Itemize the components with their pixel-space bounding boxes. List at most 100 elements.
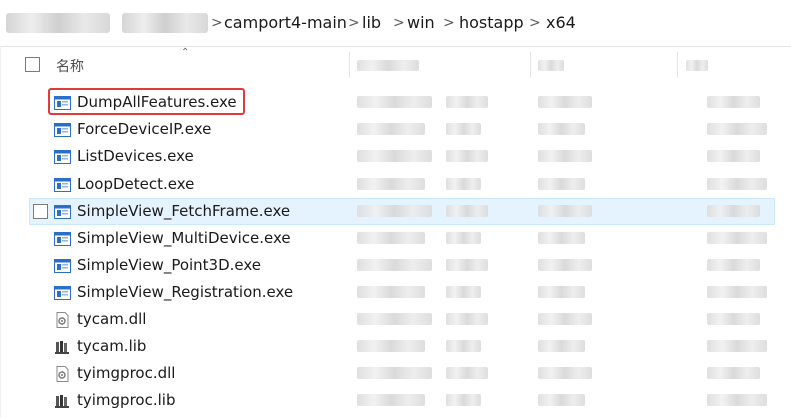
blurred-metadata-cell <box>538 394 585 406</box>
blurred-metadata-cell <box>538 205 592 217</box>
blurred-breadcrumb-segment <box>122 13 208 33</box>
file-name[interactable]: tycam.lib <box>77 337 146 356</box>
blurred-metadata-cell <box>357 313 432 325</box>
file-row[interactable]: SimpleView_Registration.exe <box>0 279 791 306</box>
blurred-metadata-cell <box>707 367 760 379</box>
blurred-metadata-cell <box>707 150 760 162</box>
exe-window-icon <box>54 149 71 164</box>
blurred-metadata-cell <box>357 286 425 298</box>
lib-archive-icon <box>54 393 71 408</box>
breadcrumb-separator-icon: > <box>529 15 541 31</box>
blurred-metadata-cell <box>446 205 488 217</box>
blurred-metadata-cell <box>446 123 481 135</box>
breadcrumb-item-lib[interactable]: lib <box>362 12 381 34</box>
exe-window-icon <box>54 285 71 300</box>
blurred-metadata-cell <box>538 340 585 352</box>
breadcrumb-separator-icon: > <box>443 15 455 31</box>
blurred-metadata-cell <box>357 367 432 379</box>
file-name[interactable]: SimpleView_MultiDevice.exe <box>77 229 291 248</box>
blurred-metadata-cell <box>446 178 481 190</box>
blurred-metadata-cell <box>707 205 760 217</box>
file-name[interactable]: SimpleView_Registration.exe <box>77 283 293 302</box>
blurred-metadata-cell <box>538 96 592 108</box>
breadcrumb-item-win[interactable]: win <box>407 12 435 34</box>
blurred-metadata-cell <box>707 394 767 406</box>
blurred-metadata-cell <box>446 367 488 379</box>
blurred-metadata-cell <box>707 232 767 244</box>
column-header-type-blurred[interactable] <box>538 60 564 71</box>
blurred-metadata-cell <box>707 340 767 352</box>
blurred-metadata-cell <box>538 150 592 162</box>
blurred-metadata-cell <box>446 313 488 325</box>
file-row[interactable]: SimpleView_Point3D.exe <box>0 252 791 279</box>
blurred-metadata-cell <box>538 313 592 325</box>
select-all-checkbox[interactable] <box>25 57 40 72</box>
file-name[interactable]: SimpleView_Point3D.exe <box>77 256 261 275</box>
blurred-metadata-cell <box>446 232 481 244</box>
highlight-box <box>48 88 245 115</box>
file-row[interactable]: tycam.lib <box>0 333 791 360</box>
blurred-metadata-cell <box>707 178 767 190</box>
file-name[interactable]: tyimgproc.dll <box>77 364 175 383</box>
blurred-metadata-cell <box>357 259 432 271</box>
column-header-size-blurred[interactable] <box>686 60 708 71</box>
sort-ascending-icon: ⌃ <box>181 47 190 58</box>
blurred-metadata-cell <box>357 394 425 406</box>
blurred-metadata-cell <box>538 259 592 271</box>
blurred-metadata-cell <box>446 340 481 352</box>
blurred-metadata-cell <box>707 286 767 298</box>
address-bar[interactable]: > camport4-main > lib > win > hostapp > … <box>0 0 791 47</box>
lib-archive-icon <box>54 339 71 354</box>
breadcrumb-item-camport4-main[interactable]: camport4-main <box>224 12 347 34</box>
blurred-metadata-cell <box>707 259 760 271</box>
exe-window-icon <box>54 177 71 192</box>
file-name[interactable]: tyimgproc.lib <box>77 391 175 410</box>
file-name[interactable]: ForceDeviceIP.exe <box>77 120 211 139</box>
file-name[interactable]: ListDevices.exe <box>77 147 194 166</box>
breadcrumb-item-x64[interactable]: x64 <box>546 12 576 34</box>
blurred-metadata-cell <box>446 286 481 298</box>
blurred-metadata-cell <box>357 96 432 108</box>
file-row[interactable]: tycam.dll <box>0 306 791 333</box>
column-divider[interactable] <box>677 52 678 78</box>
dll-gear-icon <box>54 366 71 382</box>
column-header-name[interactable]: 名称 <box>56 56 84 76</box>
blurred-metadata-cell <box>707 96 760 108</box>
file-row[interactable]: tyimgproc.lib <box>0 387 791 414</box>
file-row[interactable]: ForceDeviceIP.exe <box>0 116 791 143</box>
blurred-metadata-cell <box>357 205 432 217</box>
blurred-metadata-cell <box>538 178 585 190</box>
exe-window-icon <box>54 122 71 137</box>
blurred-metadata-cell <box>538 232 585 244</box>
column-divider[interactable] <box>530 52 531 78</box>
blurred-metadata-cell <box>357 232 425 244</box>
blurred-metadata-cell <box>538 123 585 135</box>
blurred-metadata-cell <box>357 340 425 352</box>
blurred-metadata-cell <box>446 259 488 271</box>
blurred-metadata-cell <box>357 150 432 162</box>
file-row[interactable]: LoopDetect.exe <box>0 171 791 198</box>
exe-window-icon <box>54 258 71 273</box>
file-row[interactable]: SimpleView_MultiDevice.exe <box>0 225 791 252</box>
blurred-metadata-cell <box>707 313 760 325</box>
blurred-metadata-cell <box>357 178 425 190</box>
file-name[interactable]: SimpleView_FetchFrame.exe <box>77 202 290 221</box>
blurred-metadata-cell <box>446 394 481 406</box>
blurred-metadata-cell <box>446 96 488 108</box>
breadcrumb-separator-icon: > <box>211 15 223 31</box>
row-checkbox[interactable] <box>33 204 48 219</box>
file-row[interactable]: tyimgproc.dll <box>0 360 791 387</box>
breadcrumb-separator-icon: > <box>348 15 360 31</box>
blurred-metadata-cell <box>446 150 488 162</box>
blurred-metadata-cell <box>538 286 585 298</box>
exe-window-icon <box>54 204 71 219</box>
breadcrumb-separator-icon: > <box>393 15 405 31</box>
file-row[interactable]: SimpleView_FetchFrame.exe <box>0 198 791 225</box>
file-name[interactable]: LoopDetect.exe <box>77 175 194 194</box>
column-divider[interactable] <box>349 52 350 78</box>
breadcrumb-item-hostapp[interactable]: hostapp <box>459 12 524 34</box>
file-name[interactable]: tycam.dll <box>77 310 146 329</box>
file-row[interactable]: ListDevices.exe <box>0 143 791 170</box>
column-header-date-blurred[interactable] <box>357 60 419 71</box>
blurred-breadcrumb-segment <box>6 13 110 33</box>
